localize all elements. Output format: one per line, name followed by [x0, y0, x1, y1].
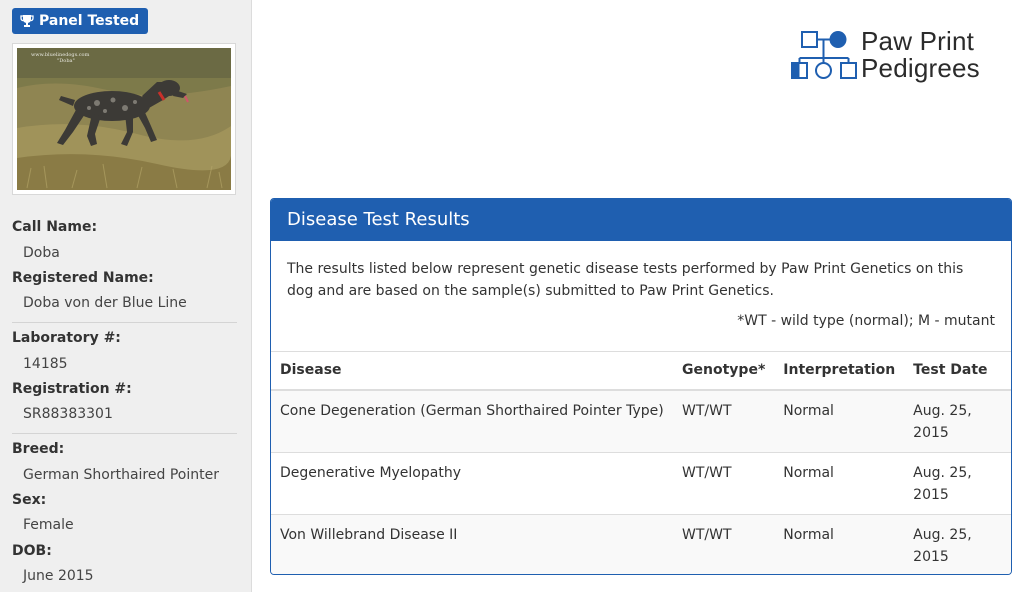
registration-number-label: Registration #:	[12, 381, 132, 397]
test-date-cell: Aug. 25, 2015	[904, 513, 1011, 574]
laboratory-number-value: 14185	[23, 356, 68, 372]
panel-tested-badge: Panel Tested	[12, 8, 149, 34]
registration-number-value: SR88383301	[23, 406, 113, 422]
dog-photo-image: www.bluelinedogs.com "Doba"	[17, 48, 231, 190]
sidebar-divider	[12, 322, 237, 323]
genotype-cell: WT/WT	[673, 389, 775, 452]
registered-name-value: Doba von der Blue Line	[23, 295, 187, 311]
registered-name-label: Registered Name:	[12, 270, 154, 286]
results-table: Disease Genotype* Interpretation Test Da…	[271, 351, 1011, 574]
test-date-cell: Aug. 25, 2015	[904, 389, 1011, 452]
interpretation-cell: Normal	[774, 513, 905, 574]
table-header-row: Disease Genotype* Interpretation Test Da…	[271, 351, 1011, 391]
table-row: Degenerative Myelopathy WT/WT Normal Aug…	[271, 451, 1011, 514]
sex-value: Female	[23, 517, 74, 533]
genotype-cell: WT/WT	[673, 513, 775, 574]
breed-value: German Shorthaired Pointer	[23, 467, 219, 483]
interpretation-cell: Normal	[774, 451, 905, 514]
logo-wordmark: Paw Print Pedigrees	[861, 28, 980, 82]
dob-label: DOB:	[12, 543, 52, 559]
dog-info-sidebar: Panel Tested www.bluelinedogs.com "Doba"…	[0, 0, 252, 592]
logo-line-2: Pedigrees	[861, 53, 980, 83]
paw-print-pedigrees-logo[interactable]: Paw Print Pedigrees	[790, 28, 1000, 88]
column-header-disease[interactable]: Disease	[271, 351, 674, 391]
pedigree-chart-icon	[791, 31, 857, 79]
disease-cell: Von Willebrand Disease II	[271, 513, 674, 574]
interpretation-cell: Normal	[774, 389, 905, 452]
disease-cell: Degenerative Myelopathy	[271, 451, 674, 514]
dob-value: June 2015	[23, 568, 94, 584]
logo-line-1: Paw Print	[861, 26, 975, 56]
trophy-icon	[20, 15, 34, 27]
sex-label: Sex:	[12, 492, 47, 508]
column-header-genotype[interactable]: Genotype*	[673, 351, 775, 391]
badge-label: Panel Tested	[39, 13, 140, 29]
sidebar-divider	[12, 433, 237, 434]
column-header-test-date[interactable]: Test Date	[904, 351, 1011, 391]
call-name-value: Doba	[23, 245, 60, 261]
laboratory-number-label: Laboratory #:	[12, 330, 121, 346]
genotype-legend-note: *WT - wild type (normal); M - mutant	[737, 313, 995, 329]
column-header-interpretation[interactable]: Interpretation	[774, 351, 905, 391]
call-name-label: Call Name:	[12, 219, 98, 235]
disease-cell: Cone Degeneration (German Shorthaired Po…	[271, 389, 674, 452]
panel-title: Disease Test Results	[271, 199, 1011, 241]
breed-label: Breed:	[12, 441, 65, 457]
test-date-cell: Aug. 25, 2015	[904, 451, 1011, 514]
dog-photo: www.bluelinedogs.com "Doba"	[12, 43, 236, 195]
disease-test-results-panel: Disease Test Results The results listed …	[270, 198, 1012, 575]
svg-text:"Doba": "Doba"	[57, 58, 75, 64]
table-row: Von Willebrand Disease II WT/WT Normal A…	[271, 513, 1011, 574]
panel-description: The results listed below represent genet…	[287, 261, 964, 299]
genotype-cell: WT/WT	[673, 451, 775, 514]
table-row: Cone Degeneration (German Shorthaired Po…	[271, 389, 1011, 452]
